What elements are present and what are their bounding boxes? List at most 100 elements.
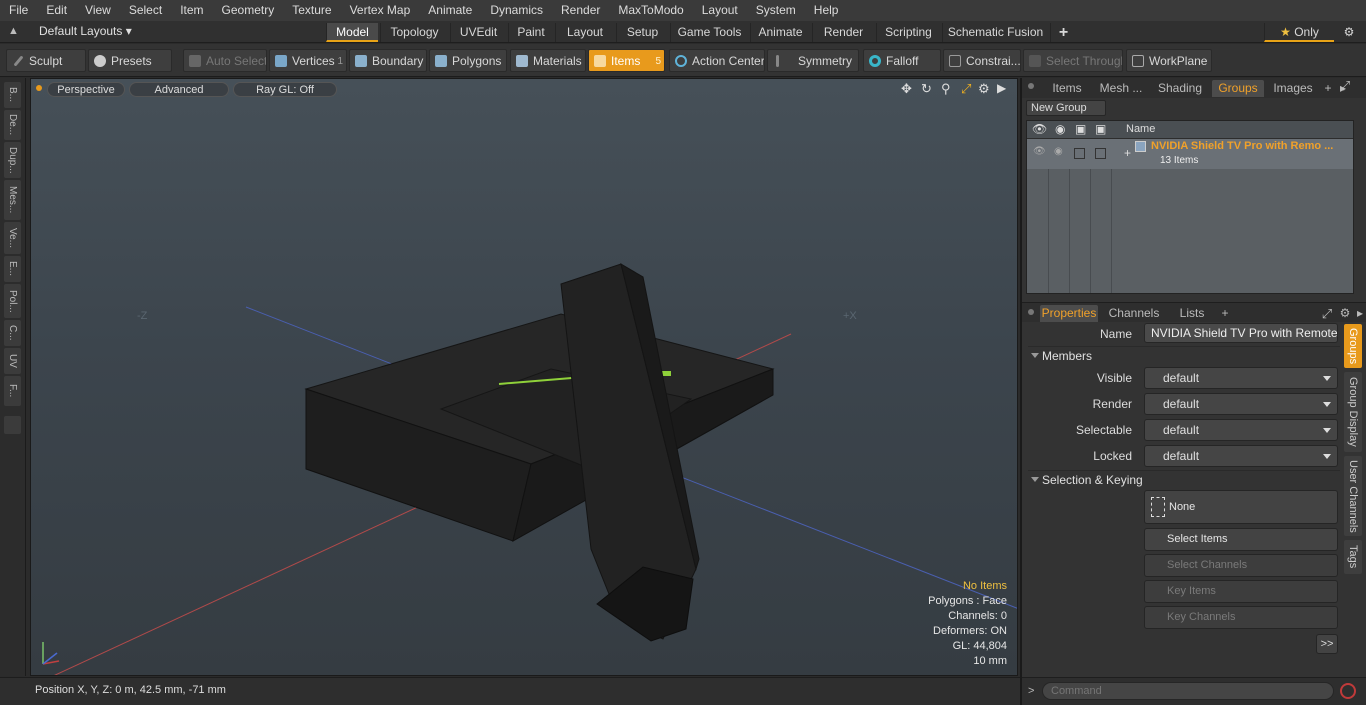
left-tab-9[interactable]: F... <box>4 376 21 406</box>
falloff-button[interactable]: Falloff <box>863 49 941 72</box>
row-lock-checkbox[interactable] <box>1095 148 1106 159</box>
new-group-button[interactable]: New Group <box>1026 100 1106 116</box>
vtab-group-display[interactable]: Group Display <box>1344 372 1362 452</box>
left-tab-5[interactable]: E... <box>4 256 21 282</box>
tab-properties[interactable]: Properties <box>1040 305 1098 322</box>
menu-maxtomodo[interactable]: MaxToModo <box>609 0 692 21</box>
menu-help[interactable]: Help <box>805 0 848 21</box>
add-panel-tab-icon[interactable]: + <box>1322 80 1334 97</box>
presets-button[interactable]: Presets <box>88 49 172 72</box>
layouts-dropdown[interactable]: Default Layouts ▾ <box>39 24 132 38</box>
tab-game-tools[interactable]: Game Tools <box>670 23 748 42</box>
left-tab-extra[interactable] <box>4 416 21 434</box>
tab-items[interactable]: Items <box>1044 80 1090 97</box>
menu-layout[interactable]: Layout <box>693 0 747 21</box>
visibility-eye-icon[interactable]: 👁 <box>1032 122 1047 136</box>
tab-schematic-fusion[interactable]: Schematic Fusion <box>942 23 1048 42</box>
props-dot-icon[interactable] <box>1028 309 1034 315</box>
key-channels-button[interactable]: Key Channels <box>1144 606 1338 629</box>
select-channels-button[interactable]: Select Channels <box>1144 554 1338 577</box>
panel-dot-icon[interactable] <box>1028 83 1034 89</box>
tab-animate[interactable]: Animate <box>750 23 810 42</box>
menu-select[interactable]: Select <box>120 0 171 21</box>
props-gear-icon[interactable]: ⚙ <box>1338 305 1352 322</box>
selection-keying-section[interactable]: Selection & Keying <box>1028 470 1340 488</box>
tab-shading[interactable]: Shading <box>1152 80 1208 97</box>
visible-select[interactable]: default <box>1144 367 1338 389</box>
select-through-button[interactable]: Select Through <box>1023 49 1123 72</box>
locked-select[interactable]: default <box>1144 445 1338 467</box>
workplane-button[interactable]: WorkPlane <box>1126 49 1212 72</box>
row-select-checkbox[interactable] <box>1074 148 1085 159</box>
render-icon[interactable]: ◉ <box>1055 122 1065 136</box>
tab-paint[interactable]: Paint <box>508 23 553 42</box>
collapse-icon[interactable]: ▲ <box>8 25 19 37</box>
expand-group-icon[interactable]: + <box>1124 146 1131 160</box>
left-tab-7[interactable]: C... <box>4 320 21 346</box>
tab-layout[interactable]: Layout <box>555 23 614 42</box>
boundary-button[interactable]: Boundary <box>349 49 427 72</box>
tab-uvedit[interactable]: UVEdit <box>450 23 506 42</box>
menu-view[interactable]: View <box>76 0 120 21</box>
none-button[interactable]: None <box>1144 490 1338 524</box>
3d-viewport[interactable]: Perspective Advanced Ray GL: Off ✥ ↻ ⚲ ⤢… <box>30 78 1018 676</box>
left-tab-8[interactable]: UV <box>4 348 21 374</box>
menu-system[interactable]: System <box>747 0 805 21</box>
vtab-groups[interactable]: Groups <box>1344 324 1362 368</box>
tab-render[interactable]: Render <box>812 23 874 42</box>
left-tab-0[interactable]: B... <box>4 82 21 108</box>
group-row[interactable]: 👁 ◉ + NVIDIA Shield TV Pro with Remo ...… <box>1027 139 1353 169</box>
polygons-button[interactable]: Polygons <box>429 49 507 72</box>
expand-props-icon[interactable]: ⤢ <box>1320 305 1334 322</box>
left-tab-6[interactable]: Pol... <box>4 284 21 318</box>
tab-scripting[interactable]: Scripting <box>876 23 940 42</box>
tab-topology[interactable]: Topology <box>380 23 448 42</box>
menu-animate[interactable]: Animate <box>419 0 481 21</box>
row-eye-icon[interactable]: 👁 <box>1033 146 1046 157</box>
vertices-button[interactable]: Vertices 1 <box>269 49 347 72</box>
expand-panel-icon[interactable]: ⤢ <box>1338 77 1352 94</box>
tab-images[interactable]: Images <box>1268 80 1318 97</box>
row-render-icon[interactable]: ◉ <box>1054 146 1063 157</box>
left-tab-1[interactable]: De... <box>4 110 21 140</box>
sculpt-button[interactable]: Sculpt <box>6 49 86 72</box>
tab-model[interactable]: Model <box>326 23 378 42</box>
tab-mesh[interactable]: Mesh ... <box>1094 80 1148 97</box>
lock-cube-icon[interactable]: ▣ <box>1095 122 1106 136</box>
menu-geometry[interactable]: Geometry <box>213 0 284 21</box>
gear-icon[interactable]: ⚙ <box>1338 23 1360 42</box>
selectable-select[interactable]: default <box>1144 419 1338 441</box>
group-name-field[interactable]: NVIDIA Shield TV Pro with Remote (3) <box>1144 323 1338 343</box>
auto-select-button[interactable]: Auto Select <box>183 49 267 72</box>
tab-lists[interactable]: Lists <box>1170 305 1214 322</box>
symmetry-button[interactable]: Symmetry <box>767 49 859 72</box>
only-toggle[interactable]: ★ Only <box>1264 23 1334 42</box>
more-button[interactable]: >> <box>1316 634 1338 654</box>
tab-groups[interactable]: Groups <box>1212 80 1264 97</box>
constraints-button[interactable]: Constrai... <box>943 49 1021 72</box>
name-column-header[interactable]: Name <box>1126 123 1155 135</box>
menu-item[interactable]: Item <box>171 0 212 21</box>
record-icon[interactable] <box>1340 683 1356 699</box>
materials-button[interactable]: Materials <box>510 49 586 72</box>
menu-vertex-map[interactable]: Vertex Map <box>341 0 420 21</box>
left-tab-3[interactable]: Mes... <box>4 180 21 220</box>
menu-dynamics[interactable]: Dynamics <box>481 0 552 21</box>
select-cube-icon[interactable]: ▣ <box>1075 122 1086 136</box>
command-input[interactable] <box>1042 682 1334 700</box>
vtab-user-channels[interactable]: User Channels <box>1344 456 1362 536</box>
left-tab-2[interactable]: Dup... <box>4 142 21 178</box>
render-select[interactable]: default <box>1144 393 1338 415</box>
key-items-button[interactable]: Key Items <box>1144 580 1338 603</box>
tab-setup[interactable]: Setup <box>616 23 668 42</box>
menu-file[interactable]: File <box>0 0 37 21</box>
menu-edit[interactable]: Edit <box>37 0 76 21</box>
add-props-tab-icon[interactable]: + <box>1218 305 1232 322</box>
props-more-icon[interactable]: ▸ <box>1354 305 1366 322</box>
members-section[interactable]: Members <box>1028 346 1340 364</box>
left-tab-4[interactable]: Ve... <box>4 222 21 254</box>
items-button[interactable]: Items 5 <box>588 49 665 72</box>
vtab-tags[interactable]: Tags <box>1344 540 1362 574</box>
menu-texture[interactable]: Texture <box>283 0 340 21</box>
tab-channels[interactable]: Channels <box>1104 305 1164 322</box>
